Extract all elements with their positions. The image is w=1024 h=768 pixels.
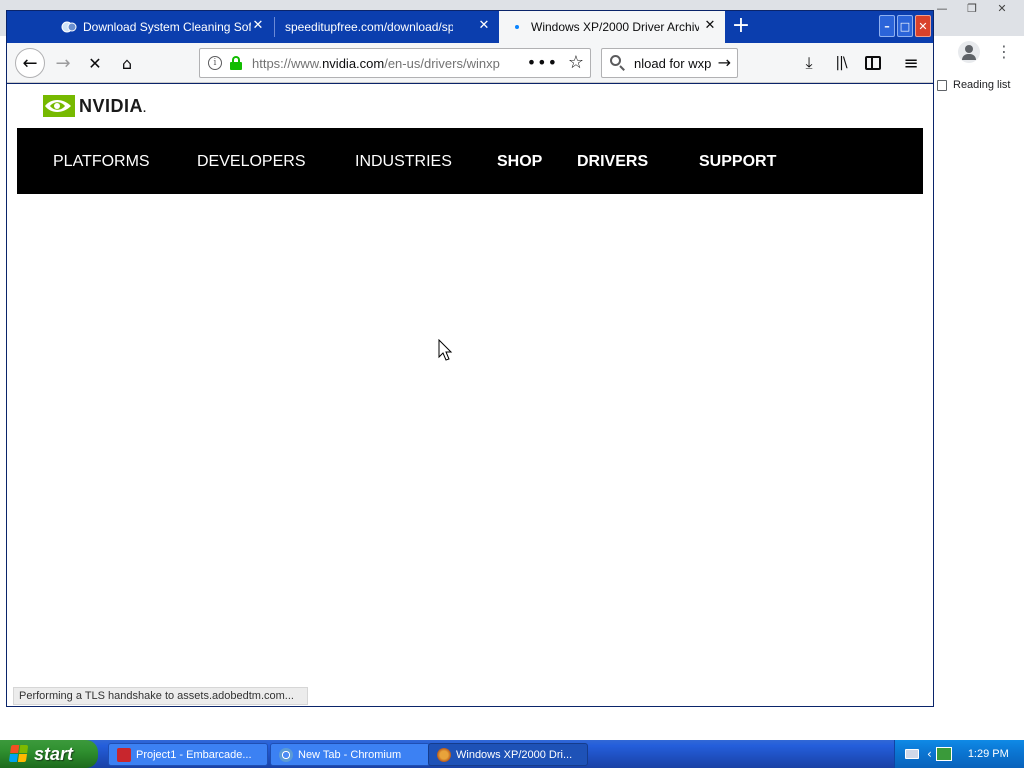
- nav-drivers[interactable]: DRIVERS: [577, 128, 648, 194]
- system-tray: ‹ 1:29 PM: [894, 740, 1024, 768]
- nav-support[interactable]: SUPPORT: [699, 128, 776, 194]
- nvidia-eye-icon: [43, 95, 75, 117]
- forward-button[interactable]: →: [49, 49, 77, 77]
- taskbar-item-label: New Tab - Chromium: [298, 748, 402, 761]
- firefox-window: Download System Cleaning Softwa ✕ speedi…: [6, 10, 934, 707]
- start-label: start: [34, 743, 74, 764]
- close-tab-icon[interactable]: ✕: [251, 19, 265, 33]
- sidebar-icon: [865, 56, 881, 70]
- downloads-button[interactable]: ⤓: [795, 49, 823, 77]
- url-prefix: https://www.: [252, 55, 323, 71]
- home-button[interactable]: ⌂: [113, 49, 141, 77]
- mouse-cursor-icon: [438, 339, 453, 361]
- back-button[interactable]: ←: [15, 48, 45, 78]
- new-tab-button[interactable]: +: [729, 15, 753, 39]
- keyboard-icon[interactable]: [905, 749, 919, 759]
- loading-icon: [509, 19, 525, 35]
- background-close-button[interactable]: ✕: [988, 0, 1016, 16]
- nav-industries[interactable]: INDUSTRIES: [355, 128, 452, 194]
- maximize-button[interactable]: □: [897, 15, 913, 37]
- info-icon[interactable]: i: [208, 56, 222, 70]
- taskbar-item-label: Windows XP/2000 Dri...: [456, 748, 573, 761]
- search-input[interactable]: nload for wxp: [634, 56, 714, 71]
- status-panel: Performing a TLS handshake to assets.ado…: [13, 687, 308, 705]
- profile-icon[interactable]: [958, 41, 980, 63]
- firefox-icon: [437, 747, 451, 762]
- url-bar[interactable]: i https://www.nvidia.com/en-us/drivers/w…: [199, 48, 591, 78]
- search-bar[interactable]: nload for wxp →: [601, 48, 738, 78]
- lock-icon[interactable]: [230, 56, 242, 70]
- reading-list-icon: [937, 79, 947, 91]
- page-actions-icon[interactable]: •••: [527, 53, 558, 73]
- reading-list-button[interactable]: Reading list: [932, 74, 1024, 96]
- background-restore-button[interactable]: ❐: [958, 0, 986, 16]
- tab-download-system-cleaning[interactable]: Download System Cleaning Softwa ✕: [51, 11, 273, 43]
- minimize-button[interactable]: –: [879, 15, 895, 37]
- url-path: /en-us/drivers/winxp: [384, 55, 500, 71]
- nav-platforms[interactable]: PLATFORMS: [53, 128, 150, 194]
- tab-speeditupfree[interactable]: speeditupfree.com/download/speeditu ✕: [275, 11, 499, 43]
- tray-expand-icon[interactable]: ‹: [927, 747, 932, 761]
- chromium-icon: [279, 747, 293, 762]
- bookmark-star-icon[interactable]: ☆: [568, 52, 584, 74]
- window-controls: – □ ✕: [879, 15, 931, 37]
- sidebar-toggle-button[interactable]: [859, 49, 887, 77]
- nvidia-main-nav: PLATFORMS DEVELOPERS INDUSTRIES SHOP DRI…: [17, 128, 923, 194]
- windows-flag-icon: [8, 745, 30, 763]
- tab-title: Download System Cleaning Softwa: [83, 20, 251, 34]
- search-icon: [610, 55, 626, 71]
- language-bar-icon[interactable]: [935, 747, 952, 761]
- hamburger-menu-button[interactable]: ≡: [897, 49, 925, 77]
- delphi-icon: [117, 747, 131, 762]
- url-domain: nvidia.com: [322, 55, 385, 71]
- taskbar-item-embarcadero[interactable]: Project1 - Embarcade...: [108, 743, 268, 766]
- taskbar: start Project1 - Embarcade... New Tab - …: [0, 740, 1024, 768]
- taskbar-item-label: Project1 - Embarcade...: [136, 748, 252, 761]
- tab-strip: Download System Cleaning Softwa ✕ speedi…: [7, 11, 933, 43]
- navigation-toolbar: ← → ✕ ⌂ i https://www.nvidia.com/en-us/d…: [7, 43, 933, 83]
- globe-icon: [61, 19, 77, 35]
- stop-button[interactable]: ✕: [81, 49, 109, 77]
- start-button[interactable]: start: [0, 740, 98, 768]
- library-button[interactable]: ||\: [827, 49, 855, 77]
- background-window-controls: — ❐ ✕: [928, 0, 1016, 16]
- taskbar-item-firefox[interactable]: Windows XP/2000 Dri...: [428, 743, 588, 766]
- url-input[interactable]: https://www.nvidia.com/en-us/drivers/win…: [252, 56, 504, 71]
- tab-title: speeditupfree.com/download/speeditu: [285, 20, 453, 34]
- taskbar-item-chromium[interactable]: New Tab - Chromium: [270, 743, 430, 766]
- nvidia-logo-text: NVIDIA.: [79, 95, 147, 116]
- close-tab-icon[interactable]: ✕: [703, 19, 717, 33]
- reading-list-label: Reading list: [953, 79, 1011, 91]
- close-window-button[interactable]: ✕: [915, 15, 931, 37]
- search-go-arrow-icon[interactable]: →: [718, 52, 731, 74]
- close-tab-icon[interactable]: ✕: [477, 19, 491, 33]
- tab-windows-xp-driver-archive[interactable]: Windows XP/2000 Driver Archive | ✕: [499, 11, 725, 43]
- chromium-menu-icon[interactable]: ⋮: [996, 42, 1012, 62]
- nav-shop[interactable]: SHOP: [497, 128, 542, 194]
- nav-developers[interactable]: DEVELOPERS: [197, 128, 305, 194]
- page-content: NVIDIA. PLATFORMS DEVELOPERS INDUSTRIES …: [7, 84, 933, 706]
- nvidia-logo[interactable]: NVIDIA.: [43, 95, 147, 117]
- clock[interactable]: 1:29 PM: [968, 748, 1009, 760]
- tab-title: Windows XP/2000 Driver Archive |: [531, 20, 699, 34]
